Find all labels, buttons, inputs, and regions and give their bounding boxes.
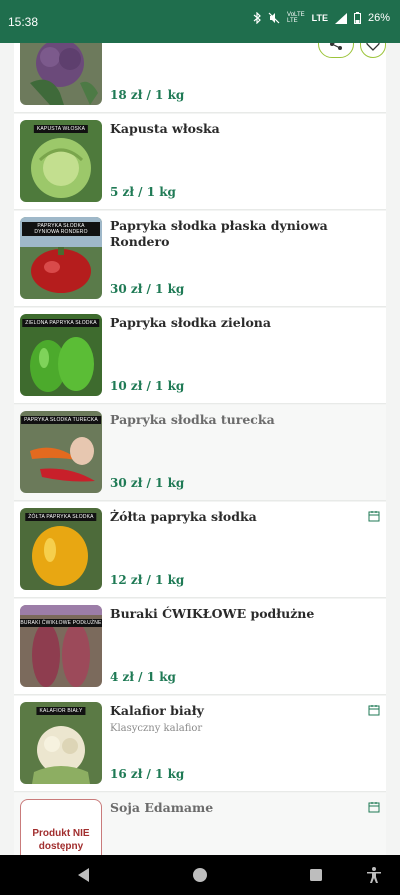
heart-icon [366, 43, 380, 51]
signal-icon [334, 12, 347, 24]
product-name: Papryka słodka płaska dyniowa Rondero [110, 218, 328, 249]
status-bar: 15:38 VoLTE LTE LTE 26% [0, 0, 400, 43]
bluetooth-icon [253, 12, 261, 24]
product-image-tag: PAPRYKA SŁODKA DYNIOWA RONDERO [22, 222, 100, 236]
product-image-turkish-pepper: PAPRYKA SŁODKA TURECKA [20, 411, 102, 493]
favorite-button[interactable] [360, 43, 386, 58]
product-card[interactable]: ŻÓŁTA PAPRYKA SŁODKA Żółta papryka słodk… [14, 502, 386, 598]
home-icon[interactable] [193, 868, 207, 882]
calendar-icon[interactable] [368, 704, 380, 716]
product-image-cauliflower: KALAFIOR BIAŁY [20, 702, 102, 784]
product-name: Kapusta włoska [110, 121, 220, 136]
product-price: 10 zł / 1 kg [110, 379, 185, 393]
product-card[interactable]: Produkt NIE dostępny Soja Edamame [14, 793, 386, 855]
product-card[interactable]: KALAFIOR BIAŁY Kalafior biały Klasyczny … [14, 696, 386, 792]
status-time: 15:38 [8, 15, 39, 29]
product-image-cabbage: KAPUSTA WŁOSKA [20, 120, 102, 202]
product-price: 18 zł / 1 kg [110, 88, 185, 102]
product-name: Buraki ĆWIKŁOWE podłużne [110, 606, 315, 621]
network-label: LTE [311, 13, 328, 23]
product-price: 30 zł / 1 kg [110, 282, 185, 296]
back-icon[interactable] [78, 868, 90, 882]
product-name: Papryka słodka zielona [110, 315, 271, 330]
recents-icon[interactable] [310, 869, 322, 881]
unavailable-label: Produkt NIE dostępny [32, 828, 90, 852]
product-name: Żółta papryka słodka [110, 509, 257, 524]
volte-label: VoLTE LTE [287, 12, 305, 24]
product-image-tag: PAPRYKA SŁODKA TURECKA [21, 416, 101, 424]
product-card[interactable]: 18 zł / 1 kg [14, 43, 386, 113]
product-name: Papryka słodka turecka [110, 412, 275, 427]
battery-icon [353, 12, 361, 24]
accessibility-icon[interactable] [367, 867, 381, 883]
product-image-yellow-pepper: ŻÓŁTA PAPRYKA SŁODKA [20, 508, 102, 590]
calendar-icon[interactable] [368, 510, 380, 522]
product-name: Kalafior biały [110, 703, 204, 718]
mute-icon [268, 12, 280, 24]
battery-percent: 26% [367, 12, 390, 24]
product-card[interactable]: PAPRYKA SŁODKA DYNIOWA RONDERO Papryka s… [14, 211, 386, 307]
product-price: 5 zł / 1 kg [110, 185, 176, 199]
product-description: Klasyczny kalafior [110, 723, 203, 734]
share-icon [330, 43, 342, 50]
product-image-tag: BURAKI ĆWIKŁOWE PODŁUŻNE [20, 619, 102, 627]
product-card[interactable]: KAPUSTA WŁOSKA Kapusta włoska 5 zł / 1 k… [14, 114, 386, 210]
product-image-red-pepper: PAPRYKA SŁODKA DYNIOWA RONDERO [20, 217, 102, 299]
product-card[interactable]: ZIELONA PAPRYKA SŁODKA Papryka słodka zi… [14, 308, 386, 404]
product-name: Soja Edamame [110, 800, 214, 815]
product-list: 18 zł / 1 kg KAPUSTA WŁOSKA Kapusta włos… [0, 43, 400, 855]
product-price: 4 zł / 1 kg [110, 670, 176, 684]
calendar-icon[interactable] [368, 801, 380, 813]
product-price: 30 zł / 1 kg [110, 476, 185, 490]
share-button[interactable] [318, 43, 354, 58]
product-card[interactable]: PAPRYKA SŁODKA TURECKA Papryka słodka tu… [14, 405, 386, 501]
product-image-tag: ŻÓŁTA PAPRYKA SŁODKA [25, 513, 97, 521]
product-image-beets: BURAKI ĆWIKŁOWE PODŁUŻNE [20, 605, 102, 687]
product-price: 12 zł / 1 kg [110, 573, 185, 587]
product-image-green-pepper: ZIELONA PAPRYKA SŁODKA [20, 314, 102, 396]
system-nav-bar [0, 855, 400, 895]
product-card[interactable]: BURAKI ĆWIKŁOWE PODŁUŻNE Buraki ĆWIKŁOWE… [14, 599, 386, 695]
status-icons: VoLTE LTE LTE 26% [253, 12, 390, 24]
unavailable-placeholder: Produkt NIE dostępny [20, 799, 102, 855]
product-image-tag: ZIELONA PAPRYKA SŁODKA [22, 319, 100, 327]
product-image-broccoli [20, 43, 102, 105]
product-price: 16 zł / 1 kg [110, 767, 185, 781]
product-image-tag: KALAFIOR BIAŁY [36, 707, 86, 715]
product-image-tag: KAPUSTA WŁOSKA [33, 125, 89, 133]
